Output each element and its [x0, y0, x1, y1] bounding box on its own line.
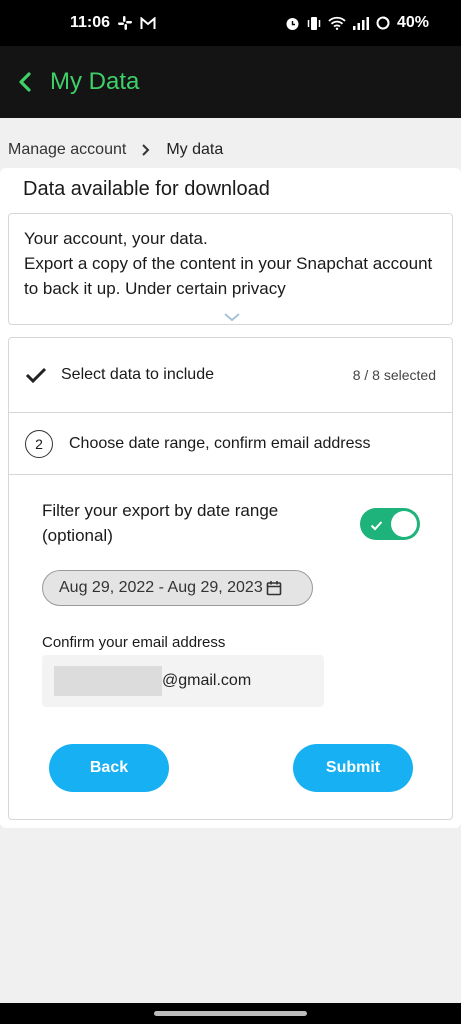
back-arrow-icon[interactable]	[14, 70, 38, 94]
back-button[interactable]: Back	[49, 744, 169, 792]
wifi-icon	[328, 16, 346, 30]
calendar-icon	[266, 580, 282, 596]
breadcrumb: Manage account My data	[8, 138, 223, 162]
submit-button[interactable]: Submit	[293, 744, 413, 792]
mail-icon	[140, 16, 156, 30]
chevron-right-icon	[140, 143, 152, 157]
chevron-down-icon[interactable]	[223, 305, 241, 322]
step2-label: Choose date range, confirm email address	[69, 434, 371, 452]
step-select-data[interactable]: Select data to include 8 / 8 selected	[9, 338, 452, 413]
status-right: 40%	[285, 14, 429, 32]
date-range-picker[interactable]: Aug 29, 2022 - Aug 29, 2023	[42, 570, 313, 606]
battery-icon	[376, 16, 390, 30]
checkmark-icon	[25, 366, 47, 384]
vibrate-icon	[307, 16, 321, 31]
date-range-value: Aug 29, 2022 - Aug 29, 2023	[59, 579, 263, 596]
page-title: My Data	[50, 68, 140, 95]
step-number-badge: 2	[25, 429, 53, 458]
breadcrumb-current: My data	[166, 141, 224, 158]
intro-line-1: Your account, your data.	[24, 229, 208, 248]
email-field[interactable]: @gmail.com	[42, 655, 324, 707]
redacted-block	[54, 666, 162, 696]
card-title: Data available for download	[23, 178, 270, 200]
email-value: @gmail.com	[162, 672, 252, 689]
battery-percent: 40%	[396, 14, 429, 31]
home-gesture-handle[interactable]	[154, 1011, 307, 1016]
status-left: 11:06	[70, 14, 156, 32]
step-date-range[interactable]: 2 Choose date range, confirm email addre…	[9, 413, 452, 475]
intro-box[interactable]: Your account, your data. Export a copy o…	[8, 213, 453, 325]
app-bar: My Data	[0, 46, 461, 118]
step1-label: Select data to include	[61, 366, 214, 383]
date-filter-toggle[interactable]	[360, 508, 420, 540]
slack-icon	[118, 16, 133, 30]
breadcrumb-parent[interactable]: Manage account	[8, 141, 126, 159]
intro-line-2: Export a copy of the content in your Sna…	[24, 254, 433, 298]
steps-panel: Select data to include 8 / 8 selected 2 …	[8, 337, 453, 820]
selected-count: 8 / 8 selected	[352, 367, 436, 383]
download-card: Data available for download Your account…	[0, 168, 461, 828]
email-label: Confirm your email address	[42, 634, 226, 651]
system-nav-bar	[0, 1003, 461, 1024]
signal-icon	[352, 16, 369, 30]
status-time: 11:06	[70, 14, 111, 31]
status-bar: 11:06 40%	[0, 0, 461, 46]
alarm-icon	[285, 16, 300, 31]
toggle-knob	[391, 511, 417, 537]
filter-label: Filter your export by date range (option…	[42, 501, 279, 545]
toggle-check-icon	[370, 518, 383, 531]
